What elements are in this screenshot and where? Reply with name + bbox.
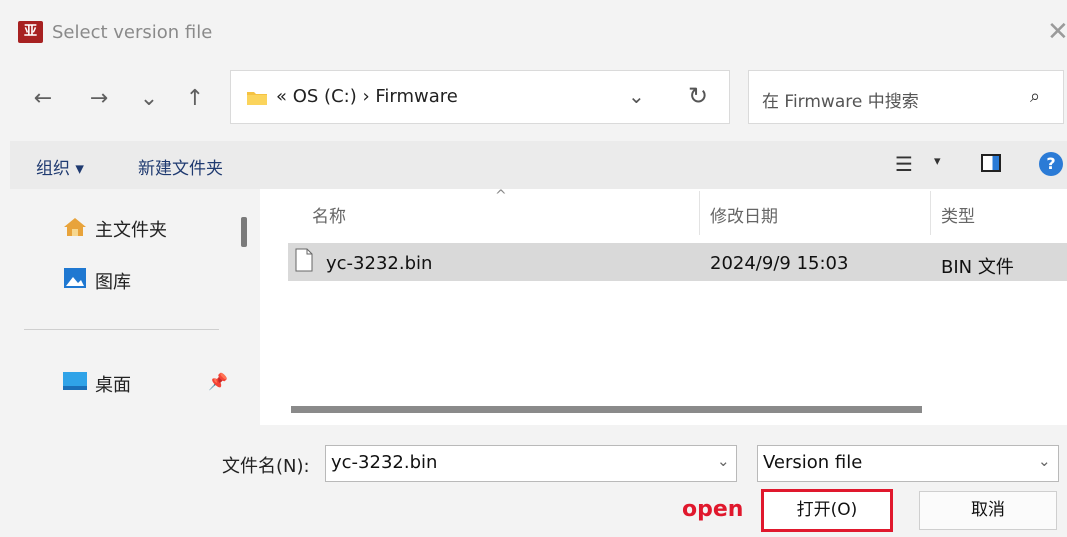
sidebar-item-gallery[interactable]: 图库 [95,268,131,294]
open-annotation: open [682,497,744,522]
app-logo-icon: 亚 [18,21,43,43]
open-button[interactable]: 打开(O) [761,489,893,532]
file-type: BIN 文件 [941,257,1014,278]
search-icon[interactable]: ⌕ [1030,86,1040,107]
gallery-icon [64,268,86,288]
column-header-modified[interactable]: 修改日期 [710,202,778,227]
close-icon[interactable]: ✕ [1047,17,1067,47]
organize-menu[interactable]: 组织 ▾ [36,154,84,179]
sidebar-scrollbar[interactable] [241,217,247,247]
filetype-value[interactable]: Version file [763,452,862,473]
back-button[interactable]: ← [28,84,58,114]
sort-ascending-icon: ^ [495,188,507,204]
filename-label: 文件名(N): [222,456,310,477]
home-icon [64,218,86,236]
recent-locations-button[interactable]: ⌄ [134,84,164,114]
column-separator[interactable] [930,191,931,235]
sidebar-item-desktop[interactable]: 桌面 [95,371,131,397]
file-name[interactable]: yc-3232.bin [326,253,432,274]
column-separator[interactable] [699,191,700,235]
new-folder-button[interactable]: 新建文件夹 [138,154,223,179]
folder-icon [247,92,267,105]
desktop-icon [63,372,87,390]
forward-button[interactable]: → [84,84,114,114]
sidebar-divider [24,329,219,330]
help-icon[interactable]: ? [1039,152,1063,176]
sidebar-item-home[interactable]: 主文件夹 [95,216,167,242]
preview-pane-icon[interactable] [981,154,1001,172]
chevron-down-icon[interactable]: ⌄ [1038,452,1051,470]
file-modified: 2024/9/9 15:03 [710,253,849,274]
view-options-icon[interactable]: ☰ [895,152,913,176]
cancel-button[interactable]: 取消 [919,491,1057,530]
horizontal-scrollbar[interactable] [291,406,922,413]
file-icon [295,248,313,272]
view-dropdown-icon[interactable]: ▾ [934,154,941,169]
filename-value[interactable]: yc-3232.bin [331,452,437,473]
address-dropdown-icon[interactable]: ⌄ [628,84,645,108]
up-button[interactable]: ↑ [180,84,210,114]
search-input[interactable]: 在 Firmware 中搜索 [762,87,919,112]
column-header-name[interactable]: 名称 [312,202,346,227]
pin-icon[interactable]: 📌 [208,372,228,391]
window-title: Select version file [52,22,213,43]
refresh-icon[interactable]: ↻ [688,82,708,110]
chevron-down-icon[interactable]: ⌄ [717,452,730,470]
breadcrumb[interactable]: « OS (C:) › Firmware [276,86,458,107]
column-header-type[interactable]: 类型 [941,202,975,227]
